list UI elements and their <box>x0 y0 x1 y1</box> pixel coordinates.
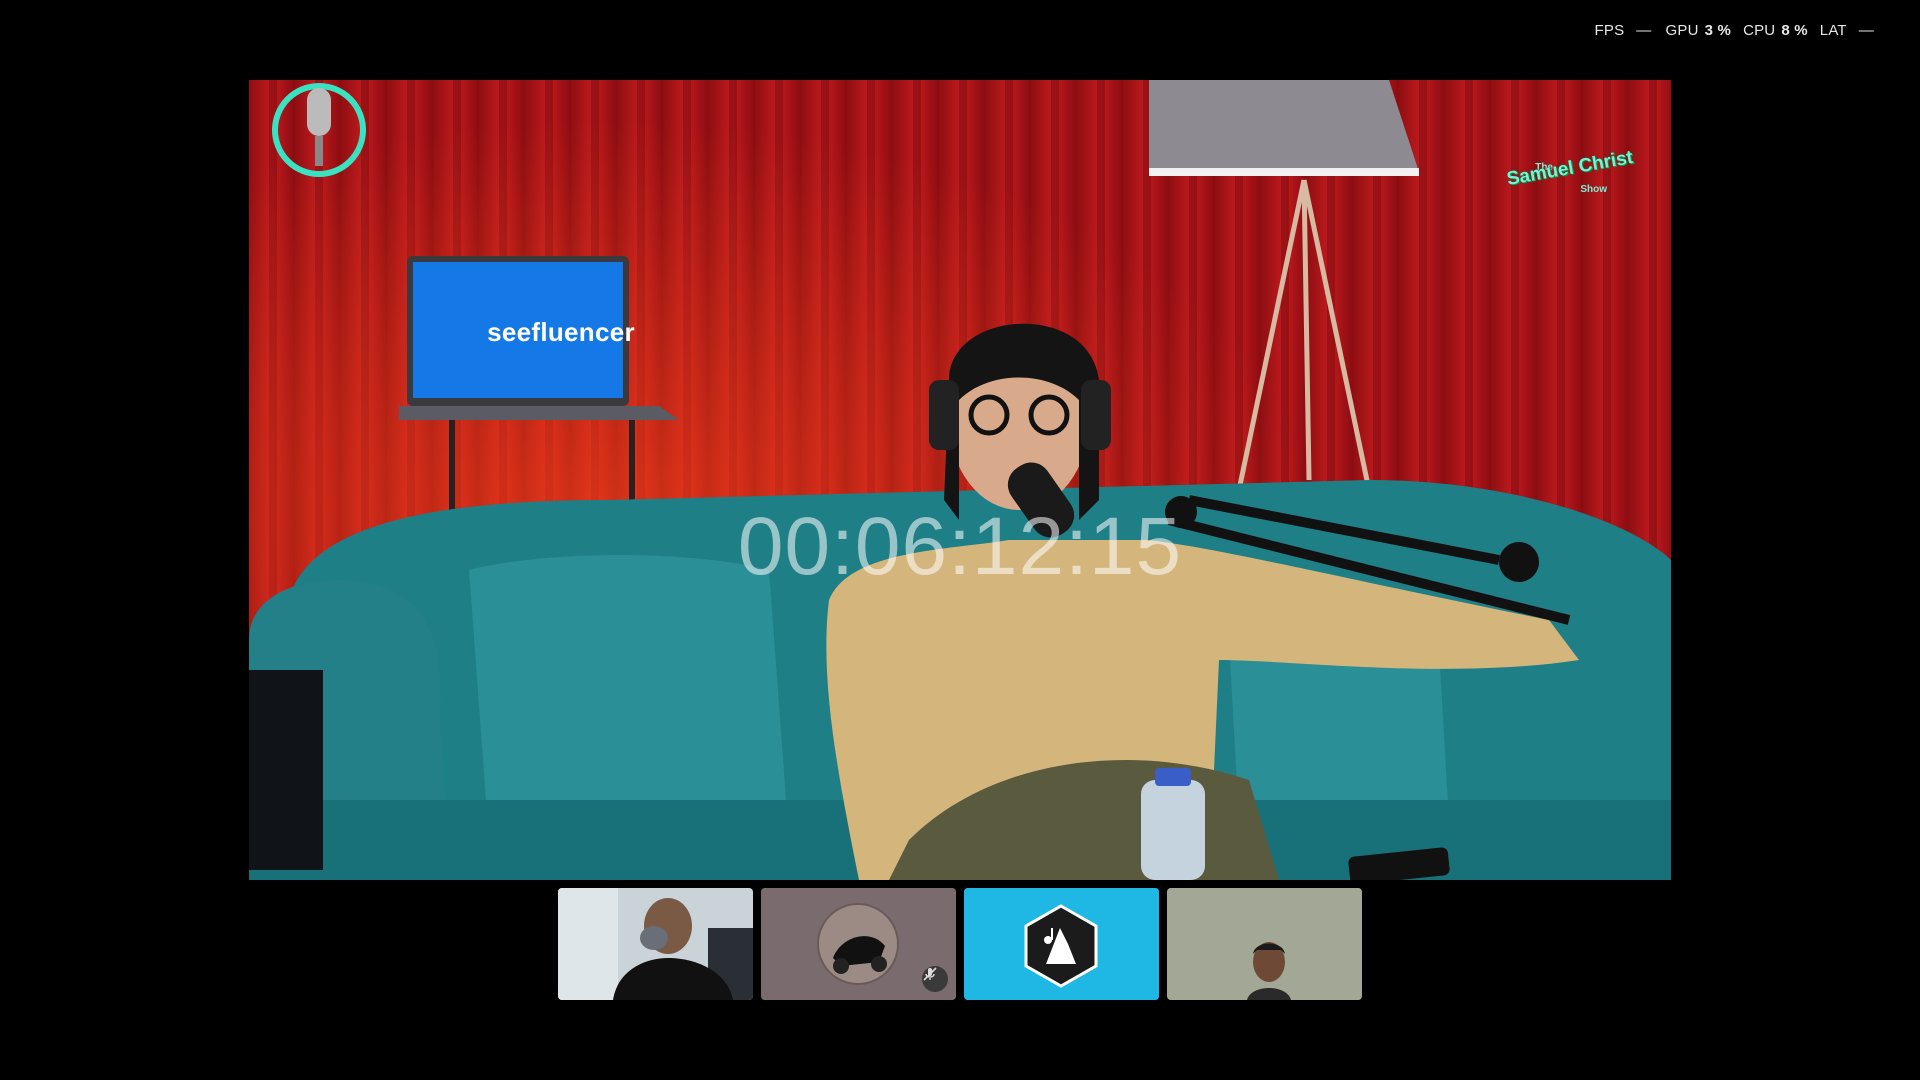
muted-mic-icon <box>922 966 948 992</box>
main-video-frame <box>249 80 1671 880</box>
cpu-label: CPU <box>1743 22 1776 39</box>
microphone-logo-icon <box>272 83 366 177</box>
participant-tile-1[interactable] <box>558 888 753 1000</box>
participant-1-video <box>558 888 753 1000</box>
gpu-label: GPU <box>1665 22 1699 39</box>
participant-3-avatar <box>964 888 1159 1000</box>
participant-strip <box>558 888 1362 1000</box>
lat-value: — <box>1858 22 1874 39</box>
logo-show: Show <box>1580 184 1607 195</box>
participant-tile-3[interactable] <box>964 888 1159 1000</box>
fps-label: FPS <box>1594 22 1625 39</box>
participant-tile-4[interactable] <box>1167 888 1362 1000</box>
cpu-value: 8 % <box>1781 22 1808 39</box>
main-video-stage[interactable]: seefluencer The Samuel Christ Show 00:06… <box>249 80 1671 880</box>
participant-tile-2[interactable] <box>761 888 956 1000</box>
fps-value: — <box>1636 22 1652 39</box>
lat-label: LAT <box>1819 22 1847 39</box>
laptop-brand-text: seefluencer <box>487 317 635 347</box>
participant-4-video <box>1167 888 1362 1000</box>
timecode-overlay: 00:06:12:15 <box>737 501 1183 592</box>
performance-overlay: FPS — GPU 3 % CPU 8 % LAT — <box>1595 22 1882 39</box>
gpu-value: 3 % <box>1704 22 1732 39</box>
